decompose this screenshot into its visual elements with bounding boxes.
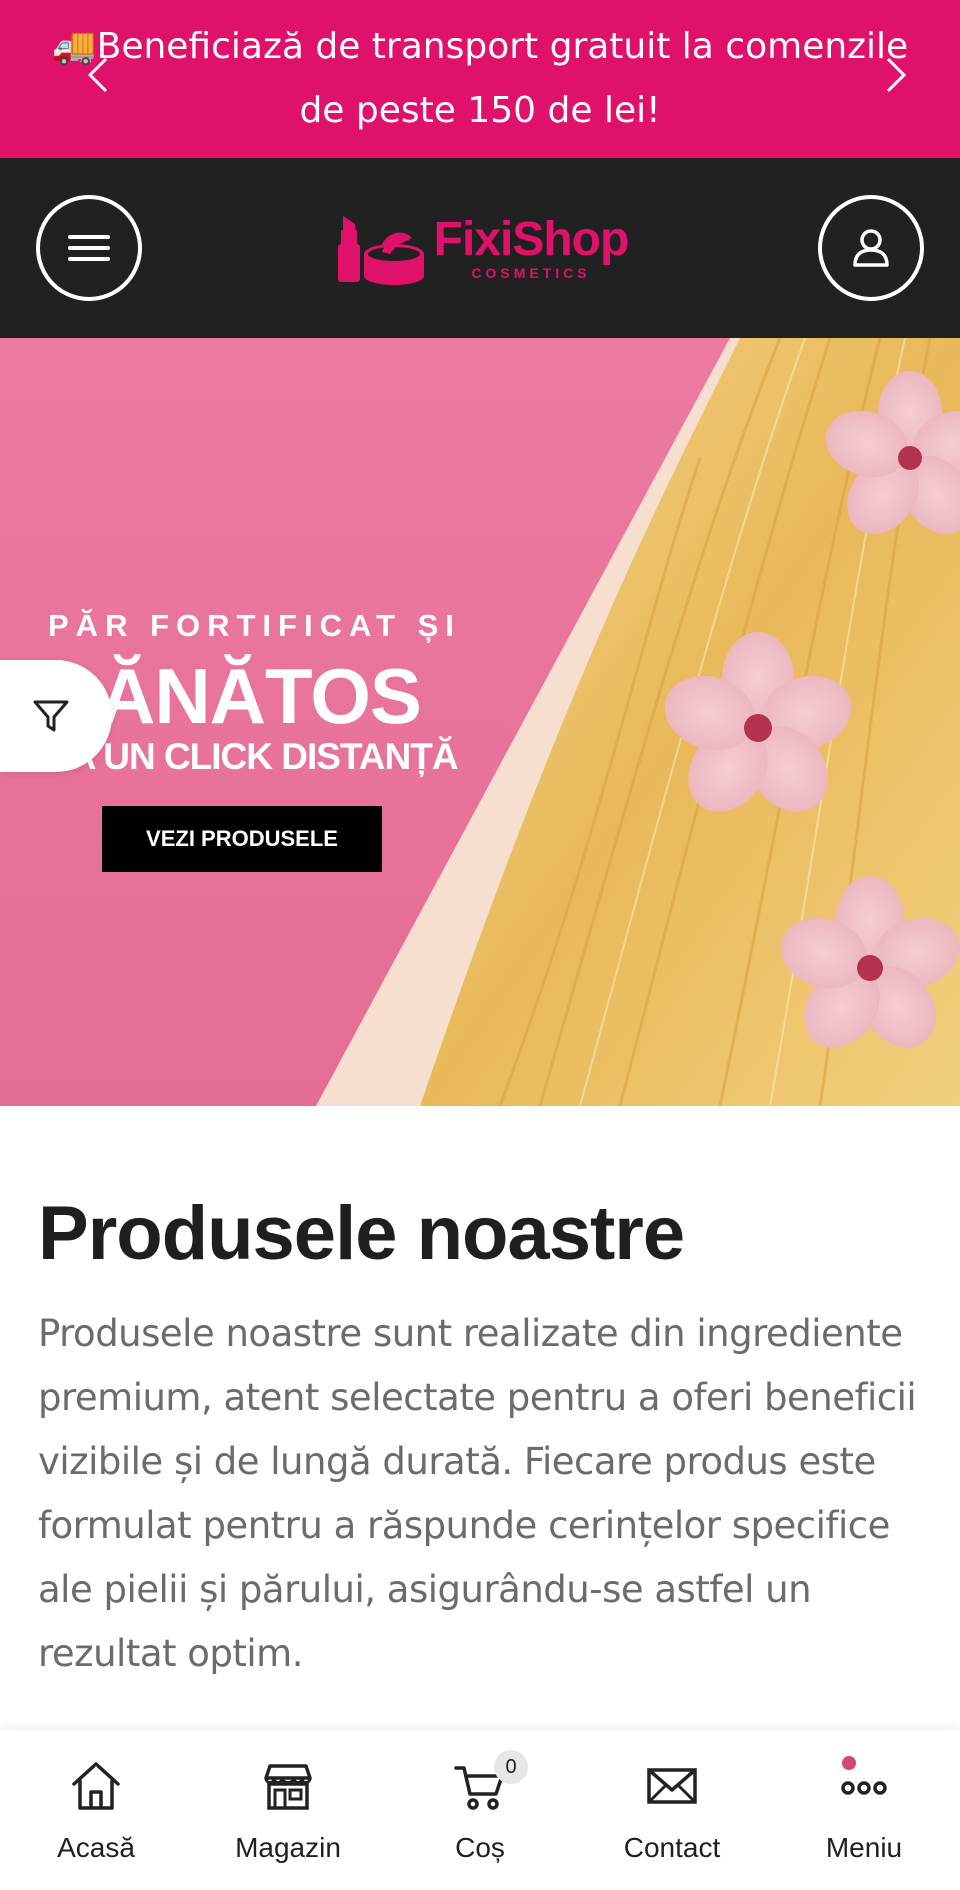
chevron-right-icon <box>886 57 907 93</box>
bottom-navigation: Acasă Magazin 0 Coș Contact Meniu <box>0 1730 960 1890</box>
view-products-button[interactable]: VEZI PRODUSELE <box>102 806 382 872</box>
nav-menu[interactable]: Meniu <box>774 1756 954 1864</box>
hero-eyebrow: PĂR FORTIFICAT ȘI <box>48 608 461 643</box>
products-heading: Produsele noastre <box>38 1191 685 1276</box>
notification-dot <box>842 1756 856 1770</box>
announcement-next-button[interactable] <box>876 50 916 100</box>
logo-name: FixiShop <box>433 213 630 266</box>
home-icon <box>72 1762 120 1810</box>
user-icon <box>853 229 889 267</box>
nav-home[interactable]: Acasă <box>6 1758 186 1864</box>
nav-contact-label: Contact <box>623 1832 721 1863</box>
announcement-bar: 🚚Beneficiază de transport gratuit la com… <box>0 0 960 158</box>
site-header: FixiShop COSMETICS <box>0 158 960 338</box>
nav-home-label: Acasă <box>57 1832 135 1863</box>
cosmetics-logo-icon <box>337 216 424 285</box>
announcement-text: 🚚Beneficiază de transport gratuit la com… <box>51 26 909 131</box>
cart-count-badge: 0 <box>494 1750 528 1784</box>
hero-subtitle: LA UN CLICK DISTANȚĂ <box>48 736 459 777</box>
account-button[interactable] <box>817 195 924 301</box>
menu-button[interactable] <box>36 195 142 301</box>
nav-cart-label: Coș <box>455 1832 505 1863</box>
nav-shop[interactable]: Magazin <box>198 1758 378 1864</box>
nav-menu-label: Meniu <box>825 1832 903 1863</box>
logo-subtitle: COSMETICS <box>471 265 591 281</box>
nav-shop-label: Magazin <box>235 1832 341 1863</box>
announcement-prev-button[interactable] <box>78 50 118 100</box>
chevron-left-icon <box>87 57 108 93</box>
nav-cart[interactable]: 0 Coș <box>390 1750 570 1864</box>
products-description: Produsele noastre sunt realizate din ing… <box>38 1312 917 1675</box>
envelope-icon <box>647 1768 697 1804</box>
filter-icon <box>33 700 69 732</box>
site-logo[interactable]: FixiShop COSMETICS <box>332 210 629 286</box>
hero-banner[interactable]: PĂR FORTIFICAT ȘI SĂNĂTOS LA UN CLICK DI… <box>0 338 960 1106</box>
nav-contact[interactable]: Contact <box>582 1758 762 1864</box>
store-icon <box>264 1764 312 1810</box>
filter-button[interactable] <box>0 660 112 772</box>
hamburger-icon <box>68 235 110 261</box>
